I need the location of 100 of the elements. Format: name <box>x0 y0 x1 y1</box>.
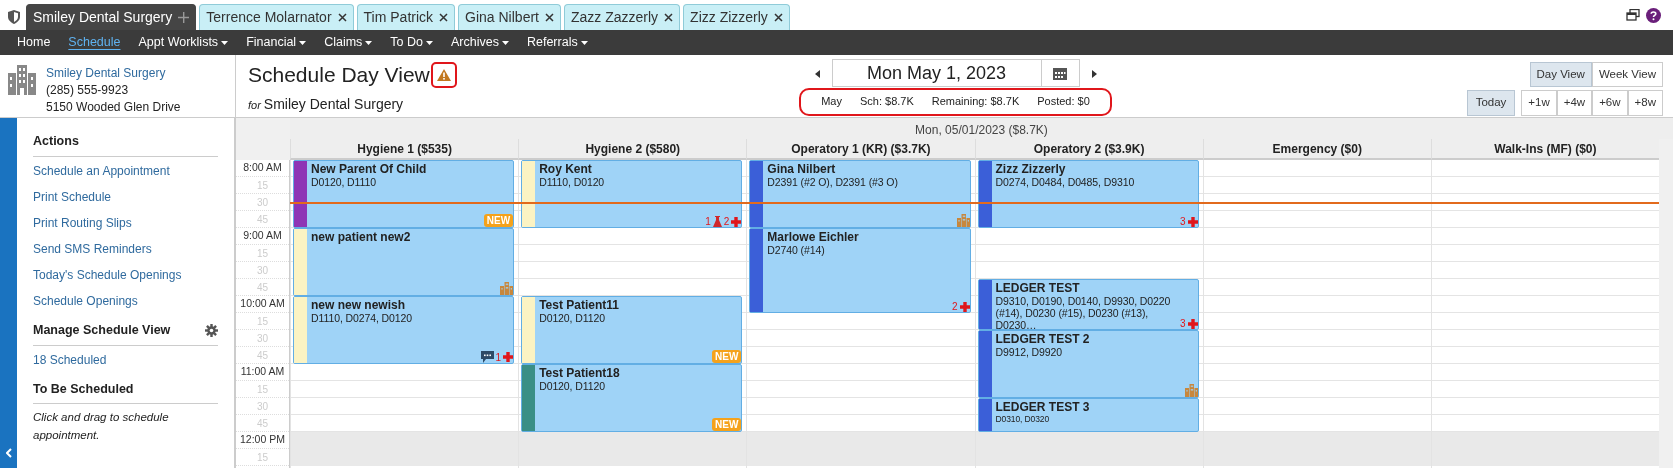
appointment-card[interactable]: Test Patient18 D0120, D1120 NEW <box>521 364 743 432</box>
appointment-card[interactable]: Gina Nilbert D2391 (#2 O), D2391 (#3 O) <box>749 160 971 228</box>
sidebar-link[interactable]: Today's Schedule Openings <box>33 267 182 282</box>
patient-name: LEDGER TEST 3 <box>995 400 1091 414</box>
next-icon[interactable] <box>1091 69 1097 78</box>
column-header: Walk-Ins (MF) ($0) <box>1430 139 1659 160</box>
building-icon <box>1184 384 1198 397</box>
patient-name: new new newish <box>311 298 407 312</box>
close-icon[interactable] <box>773 13 783 22</box>
time-label: 11:00 AM <box>240 364 285 380</box>
appointment-card[interactable]: LEDGER TEST 2 D9912, D9920 <box>977 330 1199 398</box>
nav-item[interactable]: Referrals <box>517 33 597 52</box>
add-tab-icon[interactable] <box>178 12 190 23</box>
help-icon[interactable] <box>1646 7 1661 23</box>
calendar-button[interactable] <box>1041 59 1080 87</box>
procedure-codes: D0120, D1120 <box>539 380 606 392</box>
patient-tab[interactable]: Gina Nilbert <box>458 4 561 30</box>
sidebar-link[interactable]: Print Routing Slips <box>33 215 132 230</box>
alert-count: 1 <box>705 216 711 227</box>
medical-cross-icon <box>731 216 742 227</box>
view-button[interactable]: Week View <box>1591 62 1663 88</box>
jump-button[interactable]: +4w <box>1556 90 1593 116</box>
procedure-codes: D9310, D0190, D0140, D9930, D0220 (#14), D0230 (#15), D0230 (#13), D0230… <box>995 295 1172 331</box>
hint-text: Click and drag to schedule appointment. <box>33 410 170 443</box>
day-header: Mon, 05/01/2023 ($8.7K) <box>915 122 1048 139</box>
calendar-icon <box>1053 66 1067 80</box>
appointment-card[interactable]: Test Patient11 D0120, D1120 NEW <box>521 296 743 364</box>
patient-tab[interactable]: Terrence Molarnator <box>199 4 354 30</box>
building-icon <box>500 282 514 295</box>
collapse-icon[interactable] <box>5 448 12 458</box>
summary-text: May <box>821 94 842 109</box>
appointment-card[interactable]: LEDGER TEST 3 D0310, D0320 <box>977 398 1199 432</box>
nav-item[interactable]: Claims <box>315 33 382 52</box>
settings-icon[interactable] <box>205 323 218 337</box>
nav-item[interactable]: Appt Worklists <box>129 33 238 52</box>
patient-tab[interactable]: Tim Patrick <box>356 4 456 30</box>
nav-item[interactable]: Schedule <box>59 33 130 52</box>
phone-number: (285) 555-9923 <box>46 82 130 99</box>
patient-name: Test Patient11 <box>539 298 620 312</box>
time-label: 10:00 AM <box>240 296 285 312</box>
new-badge: NEW <box>712 350 742 363</box>
column-header: Hygiene 2 ($580) <box>518 139 747 160</box>
patient-tab[interactable]: Zizz Zizzerly <box>683 4 790 30</box>
nav-item[interactable]: Financial <box>237 33 316 52</box>
summary-text: Posted: $0 <box>1037 94 1090 109</box>
patient-name: new patient new2 <box>311 230 412 244</box>
patient-tab[interactable]: Zazz Zazzerly <box>563 4 681 30</box>
jump-button[interactable]: +6w <box>1592 90 1628 116</box>
patient-name: Marlowe Eichler <box>767 230 860 244</box>
date-field[interactable]: Mon May 1, 2023 <box>831 59 1042 87</box>
patient-tab[interactable]: Smiley Dental Surgery <box>26 4 197 30</box>
nav-item[interactable]: Archives <box>442 33 518 52</box>
flask-icon <box>712 216 722 227</box>
close-icon[interactable] <box>544 13 554 22</box>
patient-name: Gina Nilbert <box>767 162 837 176</box>
patient-name: Roy Kent <box>539 162 593 176</box>
new-badge: NEW <box>712 418 742 431</box>
sidebar-link[interactable]: Schedule an Appointment <box>33 163 170 178</box>
new-badge: NEW <box>483 214 514 227</box>
address-text: 5150 Wooded Glen Drive <box>46 99 181 116</box>
appointment-card[interactable]: Roy Kent D1110, D0120 1 2 <box>521 160 743 228</box>
jump-button[interactable]: +8w <box>1627 90 1663 116</box>
medical-cross-icon <box>1187 216 1198 227</box>
sidebar-link[interactable]: Schedule Openings <box>33 293 138 308</box>
appointment-card[interactable]: Marlowe Eichler D2740 (#14) 2 <box>749 228 971 313</box>
appointment-card[interactable]: New Parent Of Child D0120, D1110 NEW <box>293 160 515 228</box>
close-icon[interactable] <box>664 13 674 22</box>
for-label: for <box>248 97 261 113</box>
today-button[interactable]: Today <box>1466 90 1516 116</box>
procedure-codes: D9912, D9920 <box>995 346 1064 358</box>
appointment-card[interactable]: new new newish D1110, D0274, D0120 1 <box>293 296 515 364</box>
sidebar-link[interactable]: Send SMS Reminders <box>33 241 152 256</box>
practice-link[interactable]: Smiley Dental Surgery <box>46 65 181 82</box>
alert-count: 2 <box>951 301 958 312</box>
procedure-codes: D2740 (#14) <box>767 244 826 256</box>
procedure-codes: D0120, D1120 <box>539 312 606 324</box>
appointment-card[interactable]: new patient new2 <box>293 228 515 296</box>
sidebar-link[interactable]: 18 Scheduled <box>33 352 107 367</box>
building-icon <box>8 65 36 95</box>
alert-count: 3 <box>1180 216 1186 227</box>
view-button[interactable]: Day View <box>1529 62 1592 88</box>
appointment-card[interactable]: LEDGER TEST D9310, D0190, D0140, D9930, D0220 (#14), D0230 (#15), D0230 (#13), D0230… 3 <box>977 279 1199 330</box>
procedure-codes: D2391 (#2 O), D2391 (#3 O) <box>767 176 899 188</box>
summary-text: Sch: $8.7K <box>859 94 914 109</box>
alert-count: 3 <box>1180 318 1186 329</box>
nav-item[interactable]: To Do <box>381 33 442 52</box>
section-heading: To Be Scheduled <box>33 380 134 398</box>
nav-item[interactable]: Home <box>8 33 60 52</box>
close-icon[interactable] <box>439 13 449 22</box>
medical-cross-icon <box>503 352 514 362</box>
previous-icon[interactable] <box>814 69 820 78</box>
close-icon[interactable] <box>337 13 347 22</box>
appointment-card[interactable]: Zizz Zizzerly D0274, D0484, D0485, D9310 3 <box>977 160 1199 228</box>
procedure-codes: D0274, D0484, D0485, D9310 <box>995 176 1136 188</box>
section-heading: Manage Schedule View <box>33 321 171 339</box>
sidebar-link[interactable]: Print Schedule <box>33 189 112 204</box>
page-title: Schedule Day View <box>248 62 430 88</box>
jump-button[interactable]: +1w <box>1521 90 1557 116</box>
medical-cross-icon <box>1187 318 1198 329</box>
windows-icon[interactable] <box>1626 9 1640 21</box>
